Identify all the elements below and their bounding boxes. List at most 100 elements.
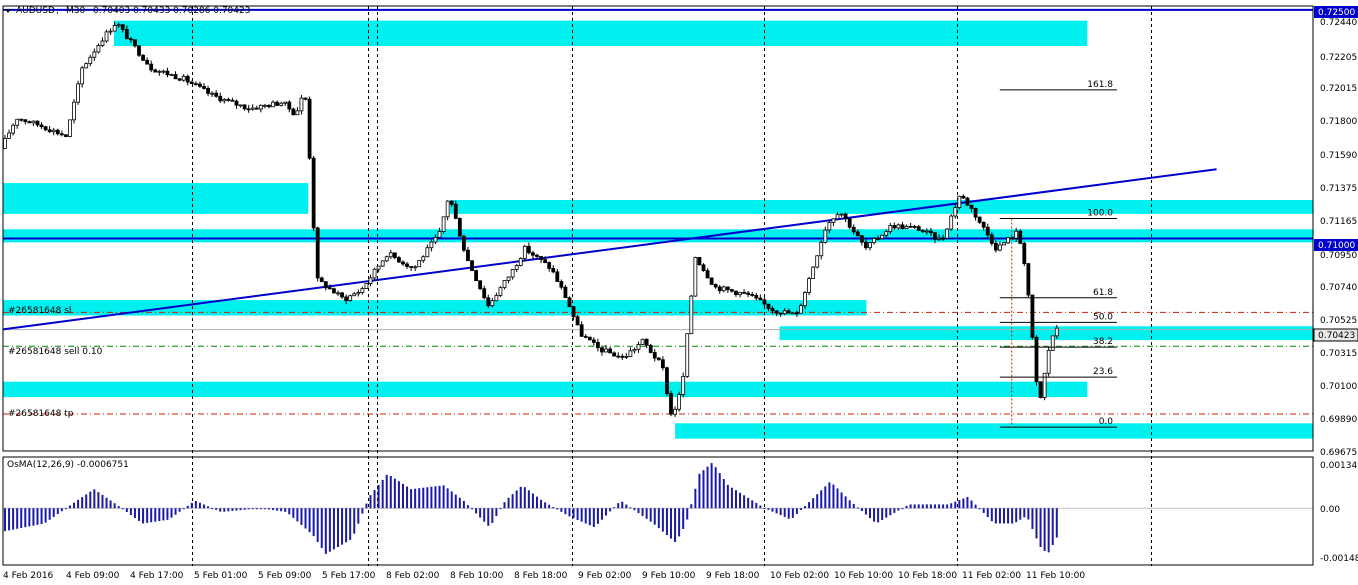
x-tick-label: 9 Feb 10:00	[642, 571, 696, 581]
candle-body	[1034, 336, 1039, 383]
candle-body	[193, 83, 198, 86]
osma-bar	[722, 479, 725, 509]
candle-body	[332, 288, 336, 294]
y-tick-label: 0.72015	[1320, 84, 1357, 94]
candle-body	[518, 258, 523, 266]
osma-bar	[255, 508, 258, 510]
y-tick-label: 0.70315	[1320, 349, 1357, 359]
fib-level-label: 161.8	[1087, 80, 1113, 90]
osma-bar	[113, 503, 116, 509]
osma-bar	[442, 485, 445, 509]
x-tick-label: 11 Feb 10:00	[1026, 571, 1085, 581]
osma-bar	[718, 473, 721, 509]
candle-body	[482, 288, 487, 299]
osma-bar	[824, 486, 827, 509]
candle-body	[807, 278, 811, 293]
candle-body	[644, 338, 649, 346]
osma-bar	[552, 507, 555, 509]
candle-body	[604, 348, 608, 353]
candle-body	[315, 227, 320, 279]
osma-bar	[81, 497, 84, 509]
osma-bar	[251, 508, 254, 510]
collapse-arrow-icon[interactable]	[5, 9, 11, 13]
osma-bar	[596, 508, 599, 524]
candle-body	[64, 134, 68, 137]
osma-bar	[276, 508, 279, 511]
candle-body	[998, 244, 1002, 251]
candle-body	[108, 30, 113, 33]
x-tick-label: 8 Feb 18:00	[514, 571, 568, 581]
candle-body	[583, 335, 588, 338]
candle-body	[161, 70, 166, 73]
candle-body	[803, 292, 807, 307]
candle-body	[384, 256, 389, 262]
candle-body	[59, 133, 64, 136]
candle-body	[307, 98, 312, 159]
x-tick-label: 9 Feb 02:00	[578, 571, 632, 581]
candle-body	[449, 200, 454, 205]
candle-body	[600, 347, 604, 353]
osma-bar	[1003, 508, 1006, 524]
osma-bar	[767, 508, 770, 510]
osma-bar	[795, 508, 798, 514]
osma-bar	[576, 508, 579, 520]
chart: 161.8 100.0 61.8 50.0 38.2 23.6 0.0 AUDUSD , M…	[2, 5, 1358, 581]
chart-header: AUDUSD , M30 0.70403 0.70433 0.70286 0.7…	[5, 6, 250, 16]
osma-bar	[32, 508, 35, 526]
candle-body	[120, 24, 125, 30]
candle-body	[43, 126, 48, 131]
candle-body	[953, 207, 958, 217]
osma-bar	[913, 504, 916, 509]
candle-body	[303, 97, 308, 100]
candle-body	[425, 247, 430, 258]
osma-bar	[328, 508, 331, 552]
candle-body	[1026, 263, 1031, 296]
price-tag-mid: 0.71000	[1318, 241, 1355, 251]
osma-bar	[430, 486, 433, 509]
candle-body	[55, 129, 60, 135]
osma-bar	[755, 502, 758, 509]
candle-body	[859, 235, 864, 243]
order-entry-label: #26581648 sell 0.10	[8, 347, 103, 357]
zone-rect	[675, 423, 1313, 439]
candle-body	[596, 341, 600, 349]
candle-body	[843, 213, 848, 220]
osma-bar	[202, 504, 205, 509]
osma-bar	[527, 490, 530, 509]
osma-bar	[633, 508, 636, 511]
candle-body	[258, 104, 263, 110]
osma-bar	[284, 508, 287, 512]
osma-bar	[422, 487, 425, 509]
fib-level-label: 23.6	[1093, 367, 1113, 377]
osma-bar	[885, 508, 888, 518]
candle-body	[531, 252, 535, 256]
osma-bar	[8, 508, 11, 531]
candle-body	[973, 208, 978, 218]
candle-body	[478, 280, 483, 290]
osma-bar	[332, 508, 335, 550]
osma-bar	[20, 508, 23, 528]
candle-body	[27, 121, 32, 124]
osma-bar	[272, 508, 275, 511]
osma-bar	[519, 486, 522, 509]
candle-body	[705, 270, 710, 279]
candle-body	[522, 245, 527, 259]
candle-body	[908, 225, 913, 228]
osma-bar	[605, 508, 608, 516]
candle-body	[746, 292, 751, 295]
osma-bar	[763, 507, 766, 509]
osma-bar	[661, 508, 664, 532]
candle-body	[47, 129, 52, 133]
candle-body	[526, 245, 531, 254]
candle-body	[880, 234, 885, 239]
osma-bar	[1055, 508, 1058, 538]
osma-bar	[978, 508, 981, 510]
osma-bar	[816, 494, 819, 509]
osma-bar	[868, 508, 871, 519]
osma-bar	[357, 508, 360, 524]
osma-bar	[1019, 508, 1022, 520]
candle-body	[941, 237, 945, 240]
candle-body	[624, 356, 629, 358]
fib-level-label: 0.0	[1099, 417, 1114, 427]
candle-body	[31, 120, 36, 124]
